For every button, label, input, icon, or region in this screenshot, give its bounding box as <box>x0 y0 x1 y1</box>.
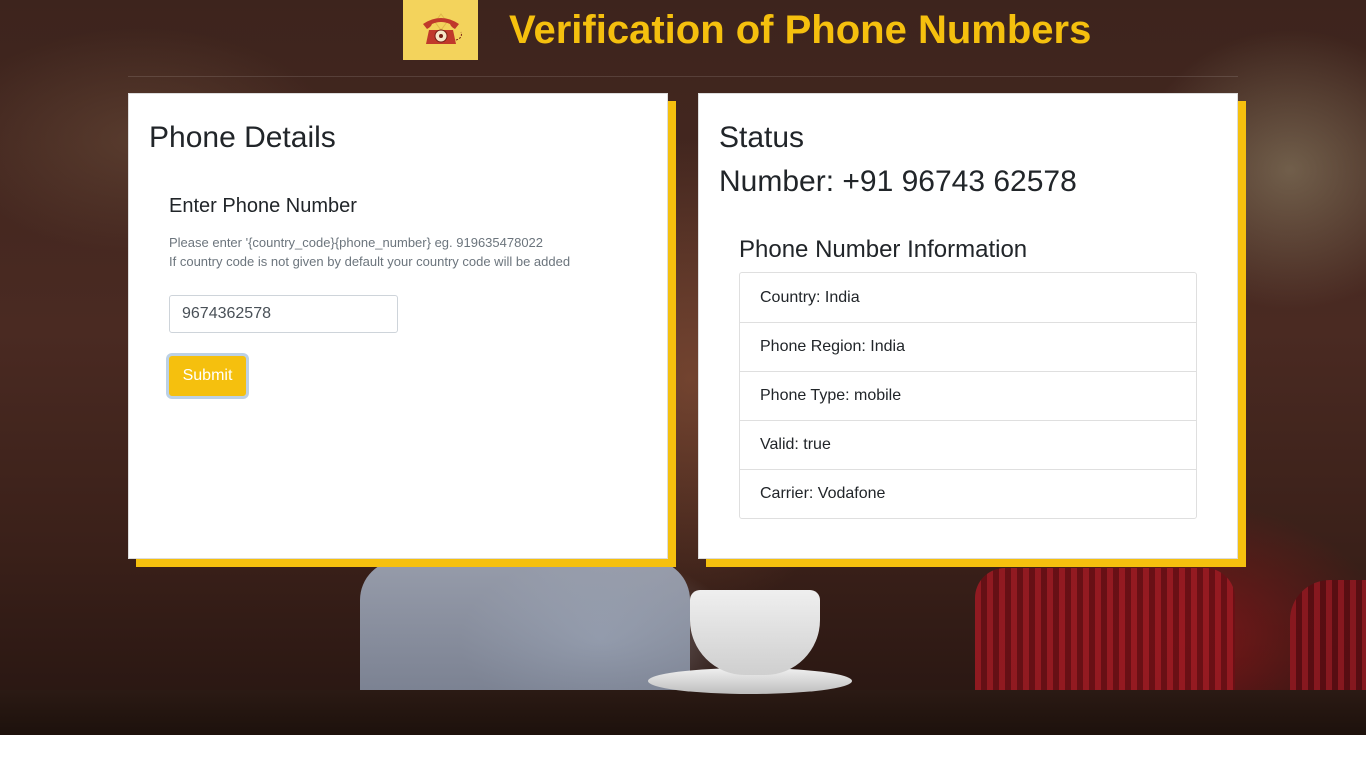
verified-number: Number: +91 96743 62578 <box>719 165 1077 198</box>
format-hint: Please enter '{country_code}{phone_numbe… <box>169 235 544 250</box>
background-table <box>0 690 1366 735</box>
logo <box>403 0 478 60</box>
phone-info-list: Country: India Phone Region: India Phone… <box>739 272 1197 519</box>
site-header: Verification of Phone Numbers <box>0 0 1366 76</box>
background-cup <box>690 590 820 675</box>
telephone-icon <box>422 13 462 44</box>
country-code-hint: If country code is not given by default … <box>169 254 571 269</box>
site-title: Verification of Phone Numbers <box>509 8 1092 52</box>
phone-details-card: Phone Details Enter Phone Number Please … <box>128 93 668 559</box>
phone-number-input[interactable] <box>169 295 398 333</box>
submit-button[interactable]: Submit <box>169 356 246 396</box>
info-phone-region: Phone Region: India <box>740 322 1196 371</box>
background-shirt <box>360 560 690 700</box>
enter-phone-heading: Enter Phone Number <box>169 195 357 217</box>
info-phone-type: Phone Type: mobile <box>740 371 1196 420</box>
info-carrier: Carrier: Vodafone <box>740 469 1196 518</box>
phone-info-heading: Phone Number Information <box>739 236 1028 263</box>
status-card: Status Number: +91 96743 62578 Phone Num… <box>698 93 1238 559</box>
status-title: Status <box>719 121 805 154</box>
header-divider <box>128 76 1238 77</box>
info-country: Country: India <box>760 288 860 306</box>
phone-details-title: Phone Details <box>149 121 336 154</box>
info-valid: Valid: true <box>740 420 1196 469</box>
